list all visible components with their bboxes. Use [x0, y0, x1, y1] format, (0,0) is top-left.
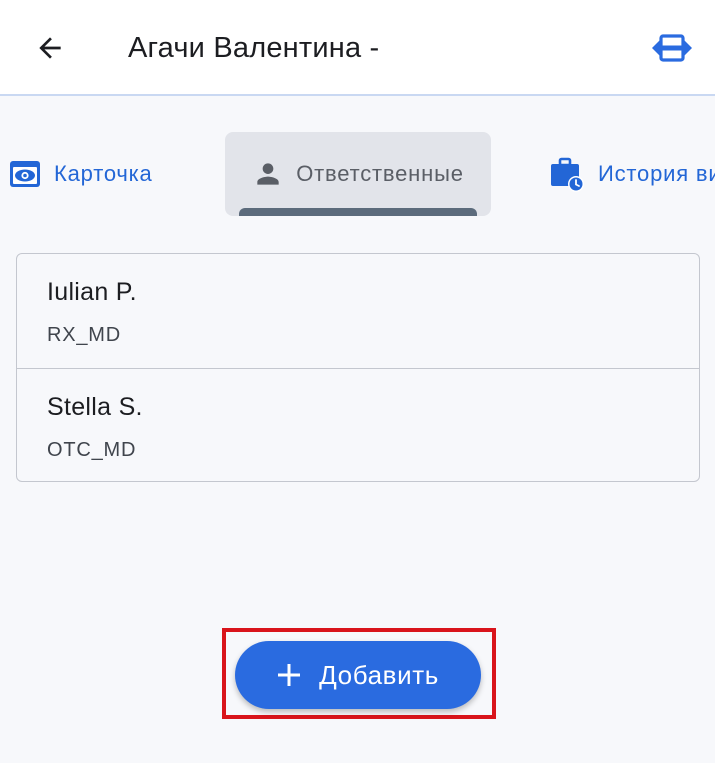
tab-bar: Карточка Ответственные История визитов	[0, 132, 715, 218]
tab-responsibles[interactable]: Ответственные	[225, 132, 491, 216]
list-item[interactable]: Iulian P. RX_MD	[17, 254, 699, 368]
briefcase-clock-icon	[548, 155, 586, 193]
back-button[interactable]	[30, 28, 70, 68]
tab-responsibles-label: Ответственные	[296, 161, 464, 186]
page-title: Агачи Валентина -	[128, 32, 380, 64]
person-icon	[252, 158, 284, 190]
tab-visit-history-label: История визитов	[598, 161, 715, 186]
arrow-left-icon	[39, 37, 61, 59]
switch-view-button[interactable]	[648, 26, 696, 70]
list-item[interactable]: Stella S. OTC_MD	[17, 368, 699, 481]
tab-card-label: Карточка	[54, 161, 153, 186]
responsible-name: Stella S.	[47, 393, 143, 421]
eye-icon	[8, 159, 42, 189]
switch-horizontal-icon	[652, 34, 692, 62]
tab-visit-history[interactable]: История визитов	[548, 132, 715, 216]
tab-card[interactable]: Карточка	[8, 132, 153, 216]
responsible-name: Iulian P.	[47, 278, 137, 306]
plus-icon	[277, 663, 301, 687]
responsibles-list: Iulian P. RX_MD Stella S. OTC_MD	[16, 253, 700, 482]
responsible-code: RX_MD	[47, 324, 122, 346]
add-button-label: Добавить	[319, 659, 439, 690]
top-app-bar: Агачи Валентина -	[0, 0, 715, 96]
selected-tab-indicator	[239, 208, 477, 216]
responsible-code: OTC_MD	[47, 439, 137, 461]
add-button[interactable]: Добавить	[235, 641, 481, 709]
